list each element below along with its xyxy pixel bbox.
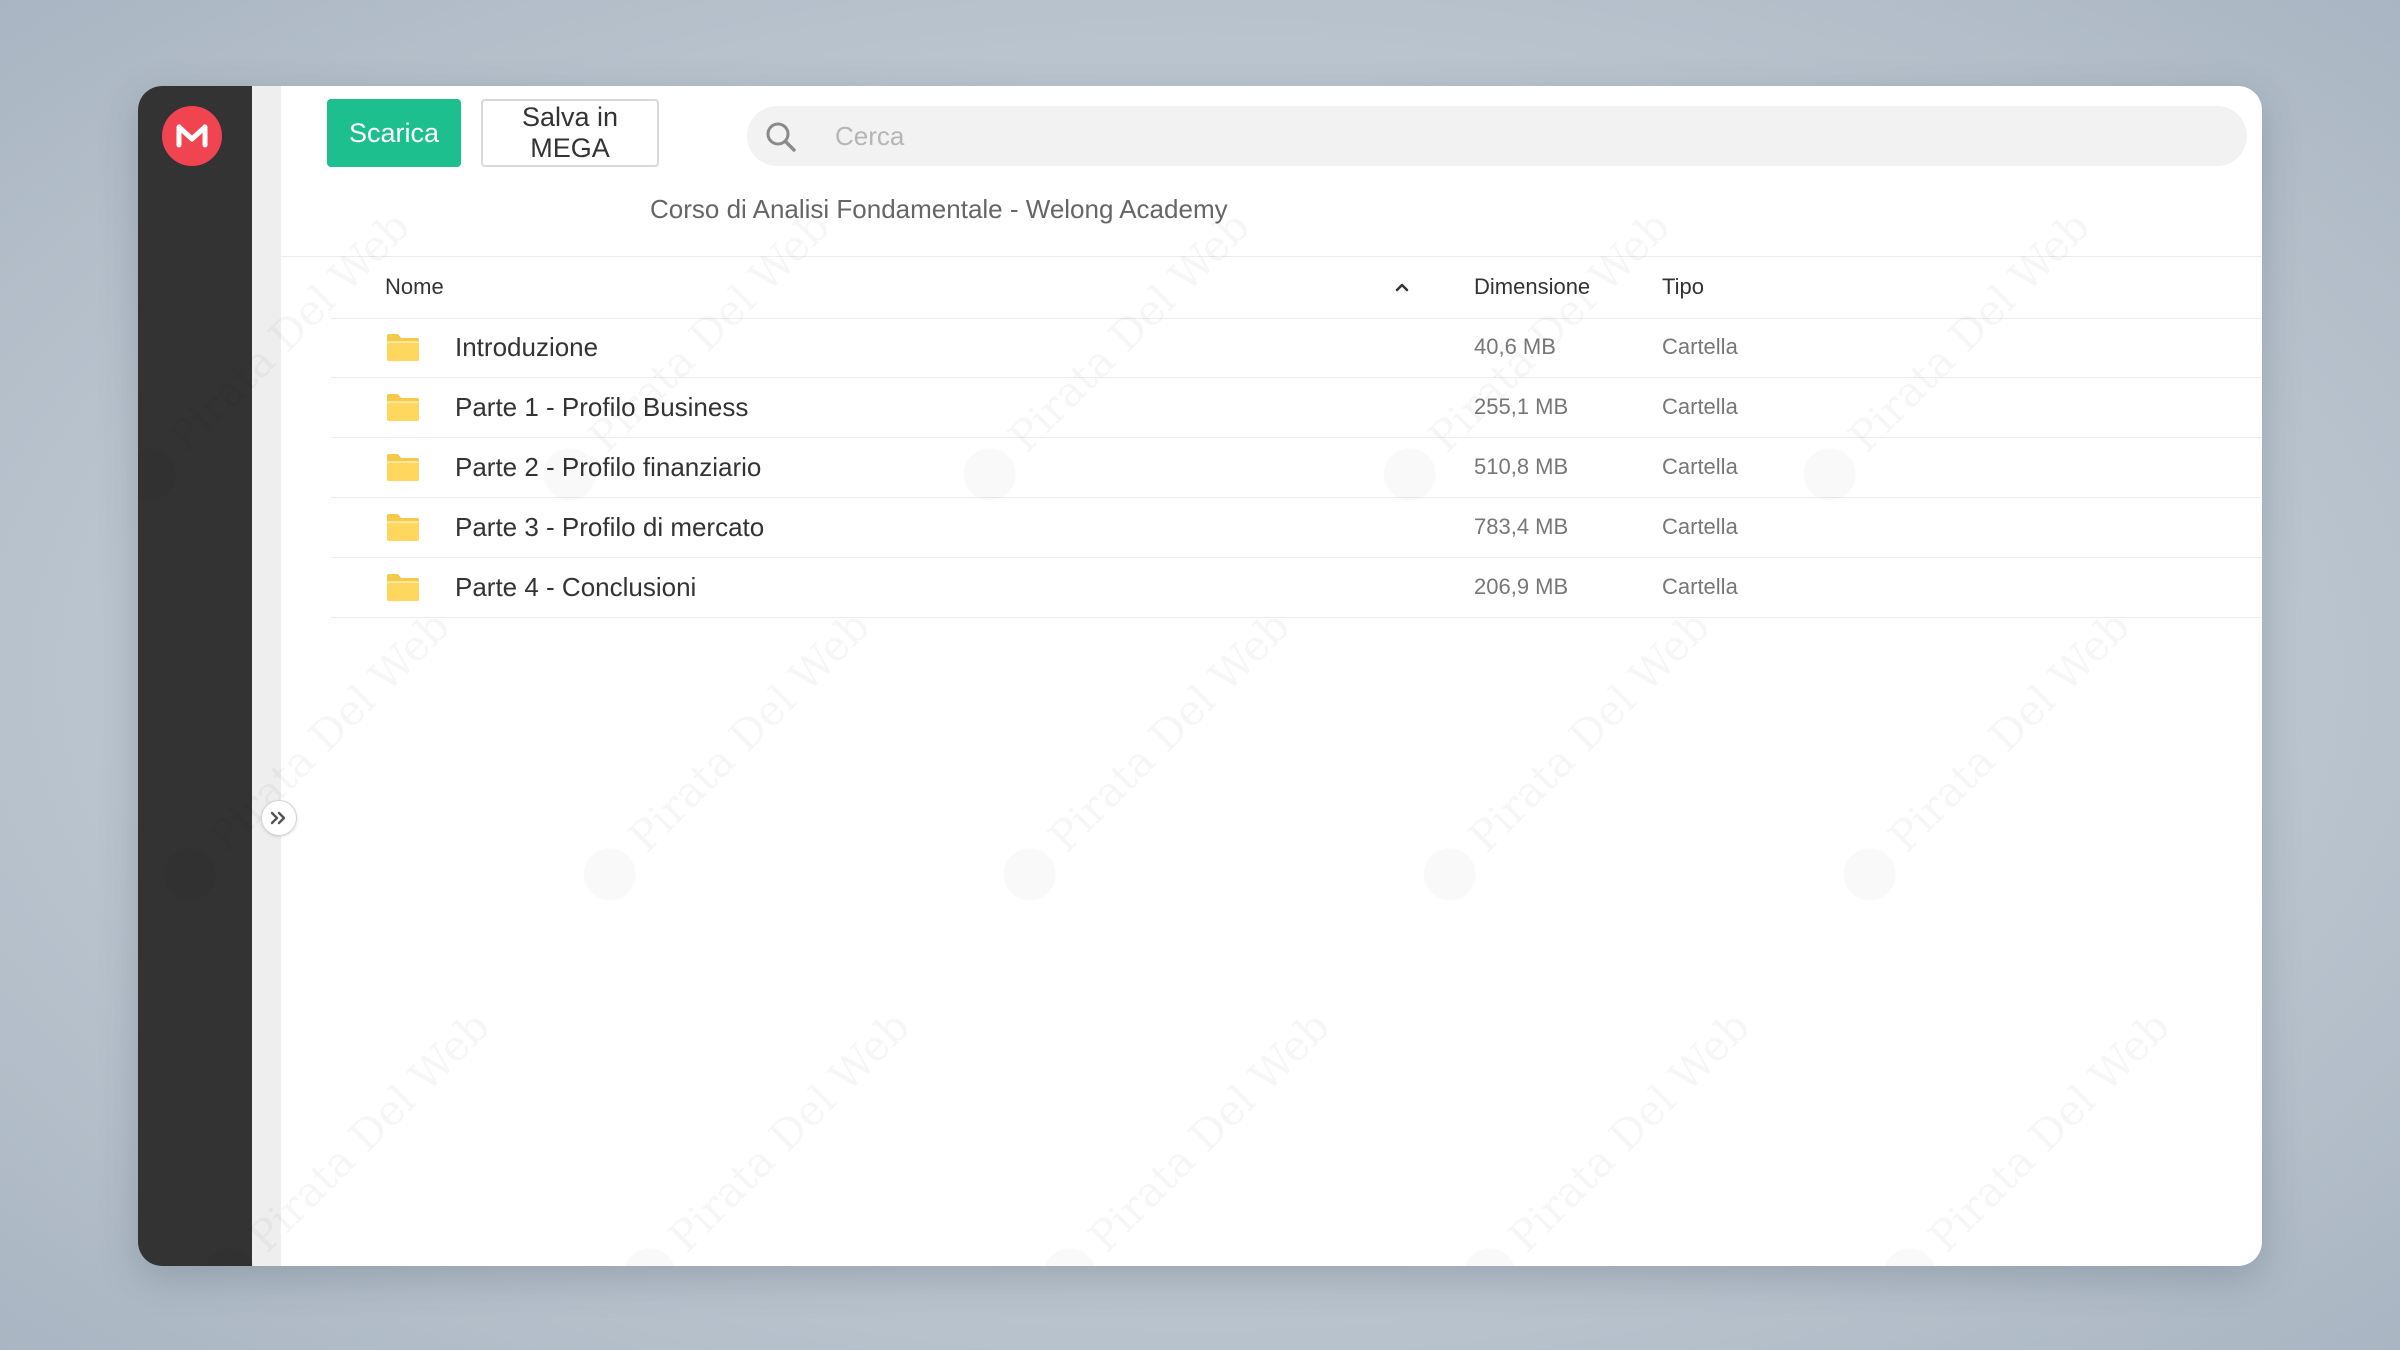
save-to-mega-button[interactable]: Salva in MEGA <box>481 99 659 167</box>
expand-sidebar-button[interactable] <box>261 800 297 836</box>
file-size: 40,6 MB <box>1474 334 1556 359</box>
sidebar-rail <box>252 86 281 1266</box>
download-button[interactable]: Scarica <box>327 99 461 167</box>
file-type: Cartella <box>1662 334 1738 359</box>
folder-icon <box>387 514 419 541</box>
file-type: Cartella <box>1662 514 1738 539</box>
file-name: Parte 4 - Conclusioni <box>455 572 697 602</box>
search-bar[interactable] <box>747 106 2247 166</box>
file-type: Cartella <box>1662 454 1738 479</box>
table-row[interactable]: Parte 4 - Conclusioni 206,9 MB Cartella <box>331 558 2262 618</box>
search-icon <box>766 122 796 152</box>
sort-toggle[interactable] <box>1390 256 1414 318</box>
file-type: Cartella <box>1662 394 1738 419</box>
file-name: Parte 1 - Profilo Business <box>455 392 749 422</box>
file-size: 783,4 MB <box>1474 514 1569 539</box>
search-input[interactable] <box>835 106 2215 166</box>
mega-logo-icon[interactable] <box>162 106 222 166</box>
folder-icon <box>387 334 419 361</box>
mega-window: Scarica Salva in MEGA Corso di Analisi F… <box>138 86 2262 1266</box>
chevron-up-icon <box>1395 283 1409 292</box>
file-list: Introduzione 40,6 MB Cartella Parte 1 - … <box>331 318 2262 618</box>
table-header: Nome Dimensione Tipo <box>331 256 2262 319</box>
folder-icon <box>387 394 419 421</box>
table-row[interactable]: Parte 3 - Profilo di mercato 783,4 MB Ca… <box>331 498 2262 558</box>
file-size: 206,9 MB <box>1474 574 1569 599</box>
column-header-type[interactable]: Tipo <box>1662 256 1704 318</box>
breadcrumb[interactable]: Corso di Analisi Fondamentale - Welong A… <box>650 194 1228 225</box>
file-type: Cartella <box>1662 574 1738 599</box>
table-row[interactable]: Parte 1 - Profilo Business 255,1 MB Cart… <box>331 378 2262 438</box>
column-header-size[interactable]: Dimensione <box>1474 256 1590 318</box>
folder-icon <box>387 574 419 601</box>
file-name: Introduzione <box>455 332 599 362</box>
file-name: Parte 3 - Profilo di mercato <box>455 512 765 542</box>
file-size: 255,1 MB <box>1474 394 1569 419</box>
table-row[interactable]: Parte 2 - Profilo finanziario 510,8 MB C… <box>331 438 2262 498</box>
file-name: Parte 2 - Profilo finanziario <box>455 452 762 482</box>
column-header-name[interactable]: Nome <box>385 256 444 318</box>
double-chevron-right-icon <box>270 811 286 825</box>
sidebar <box>138 86 252 1266</box>
file-size: 510,8 MB <box>1474 454 1569 479</box>
main-panel: Scarica Salva in MEGA Corso di Analisi F… <box>281 86 2262 1266</box>
table-row[interactable]: Introduzione 40,6 MB Cartella <box>331 318 2262 378</box>
folder-icon <box>387 454 419 481</box>
